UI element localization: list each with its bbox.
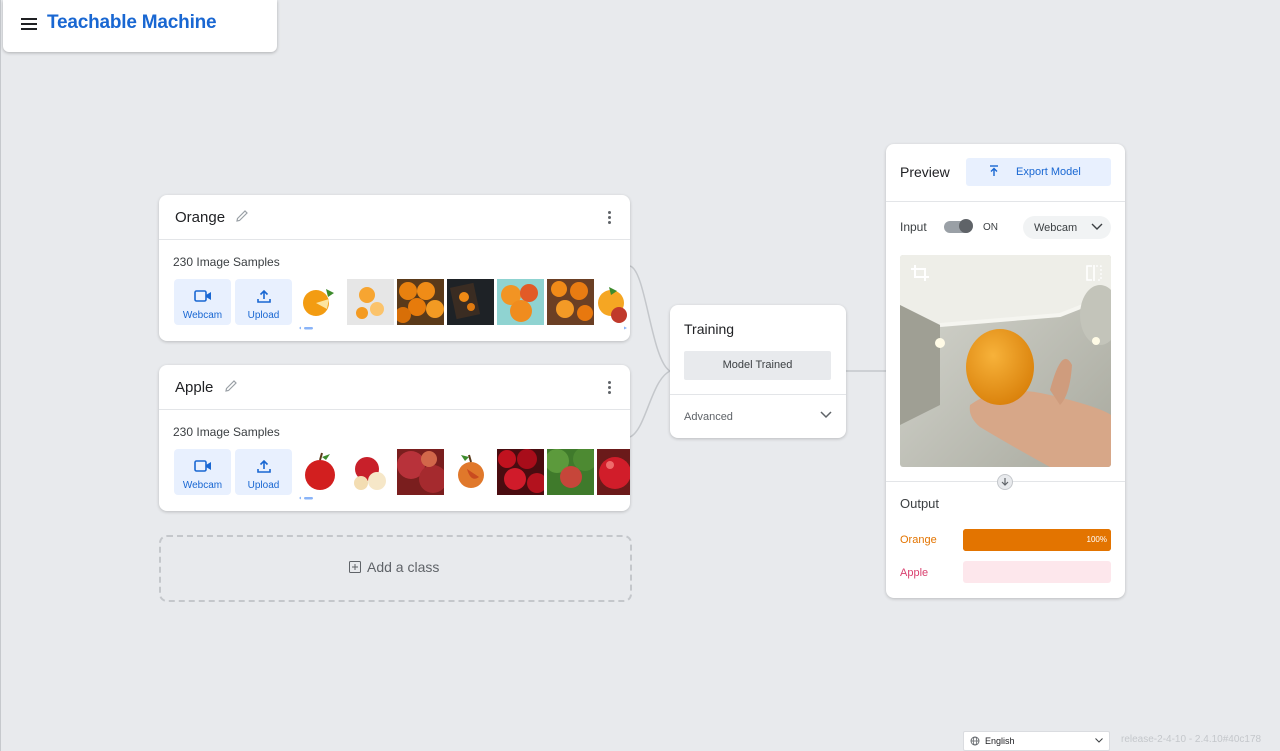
menu-icon[interactable]: [21, 18, 37, 30]
chevron-down-icon: [1095, 738, 1103, 743]
upload-label: Upload: [247, 310, 280, 321]
language-select[interactable]: English: [963, 731, 1110, 751]
source-select-value: Webcam: [1034, 222, 1078, 234]
training-title: Training: [684, 321, 735, 337]
export-model-button[interactable]: Export Model: [966, 158, 1111, 186]
sample-thumbnail[interactable]: [597, 449, 630, 495]
globe-icon: [970, 736, 980, 746]
chevron-down-icon: [1091, 223, 1103, 230]
arrow-down-icon[interactable]: [997, 474, 1013, 490]
sample-thumbnail[interactable]: [447, 279, 494, 325]
input-toggle[interactable]: [944, 219, 973, 233]
export-upload-icon: [990, 165, 998, 176]
divider: [886, 201, 1125, 202]
preview-panel: Preview Export Model Input ON Webcam Out…: [886, 144, 1125, 598]
training-panel: Training Model Trained Advanced: [670, 305, 846, 438]
videocam-icon: [193, 290, 211, 302]
input-label: Input: [900, 220, 927, 234]
upload-icon: [256, 459, 271, 473]
webcam-label: Webcam: [182, 480, 223, 491]
webcam-button[interactable]: Webcam: [174, 449, 231, 495]
webcam-label: Webcam: [182, 310, 223, 321]
pencil-icon[interactable]: [223, 378, 239, 394]
export-model-label: Export Model: [1016, 166, 1081, 178]
preview-title: Preview: [900, 164, 950, 180]
webcam-preview: [900, 255, 1111, 467]
sample-thumbnail[interactable]: [397, 279, 444, 325]
crop-icon[interactable]: [910, 264, 930, 282]
sample-thumbnail[interactable]: [547, 449, 594, 495]
output-label-apple: Apple: [900, 567, 929, 579]
release-version: release-2-4-10 - 2.4.10#40c178: [1121, 734, 1262, 745]
train-model-button[interactable]: Model Trained: [684, 351, 831, 380]
upload-button[interactable]: Upload: [235, 279, 292, 325]
class-card-orange: Orange 230 Image Samples Webcam Upload: [159, 195, 630, 341]
confidence-fill: 100%: [963, 529, 1111, 551]
sample-thumbnail[interactable]: [447, 449, 494, 495]
class-card-apple: Apple 230 Image Samples Webcam Upload: [159, 365, 630, 511]
app-header: Teachable Machine: [3, 0, 277, 52]
class-card-header: Apple: [159, 365, 630, 410]
sample-thumbnail[interactable]: [397, 449, 444, 495]
sample-count: 230 Image Samples: [173, 425, 280, 439]
more-options-icon[interactable]: [608, 381, 612, 395]
add-box-icon: [349, 561, 361, 573]
add-class-button[interactable]: Add a class: [159, 535, 632, 602]
advanced-toggle[interactable]: Advanced: [670, 394, 846, 439]
output-title: Output: [900, 496, 940, 511]
upload-icon: [256, 289, 271, 303]
sample-thumbnail[interactable]: [497, 279, 544, 325]
upload-button[interactable]: Upload: [235, 449, 292, 495]
input-source-select[interactable]: Webcam: [1023, 216, 1111, 239]
output-label-orange: Orange: [900, 534, 937, 546]
videocam-icon: [193, 460, 211, 472]
class-name[interactable]: Orange: [175, 209, 225, 226]
pencil-icon[interactable]: [234, 208, 250, 224]
class-name[interactable]: Apple: [175, 379, 213, 396]
sample-thumbnail[interactable]: [497, 449, 544, 495]
confidence-bar-orange: 100%: [963, 529, 1111, 551]
class-card-header: Orange: [159, 195, 630, 240]
flip-icon[interactable]: [1085, 264, 1103, 282]
toggle-state-label: ON: [983, 222, 998, 233]
sample-thumbnail[interactable]: [296, 279, 343, 325]
advanced-label: Advanced: [684, 411, 733, 423]
sample-thumbnail[interactable]: [347, 279, 394, 325]
add-class-label: Add a class: [367, 559, 440, 575]
webcam-button[interactable]: Webcam: [174, 279, 231, 325]
thumbnail-scroll-indicator[interactable]: [299, 496, 315, 500]
more-options-icon[interactable]: [608, 211, 612, 225]
app-title[interactable]: Teachable Machine: [47, 12, 217, 34]
sample-thumbnail[interactable]: [296, 449, 343, 495]
sample-thumbnail[interactable]: [597, 279, 630, 325]
thumbnail-scroll-right[interactable]: [624, 326, 628, 330]
confidence-percent: 100%: [1086, 535, 1107, 544]
sample-thumbnail[interactable]: [547, 279, 594, 325]
upload-label: Upload: [247, 480, 280, 491]
chevron-down-icon: [820, 411, 832, 419]
sample-thumbnail[interactable]: [347, 449, 394, 495]
webcam-frame: [900, 255, 1111, 467]
thumbnail-scroll-indicator[interactable]: [299, 326, 315, 330]
sample-count: 230 Image Samples: [173, 255, 280, 269]
language-value: English: [985, 736, 1015, 746]
confidence-bar-apple: [963, 561, 1111, 583]
